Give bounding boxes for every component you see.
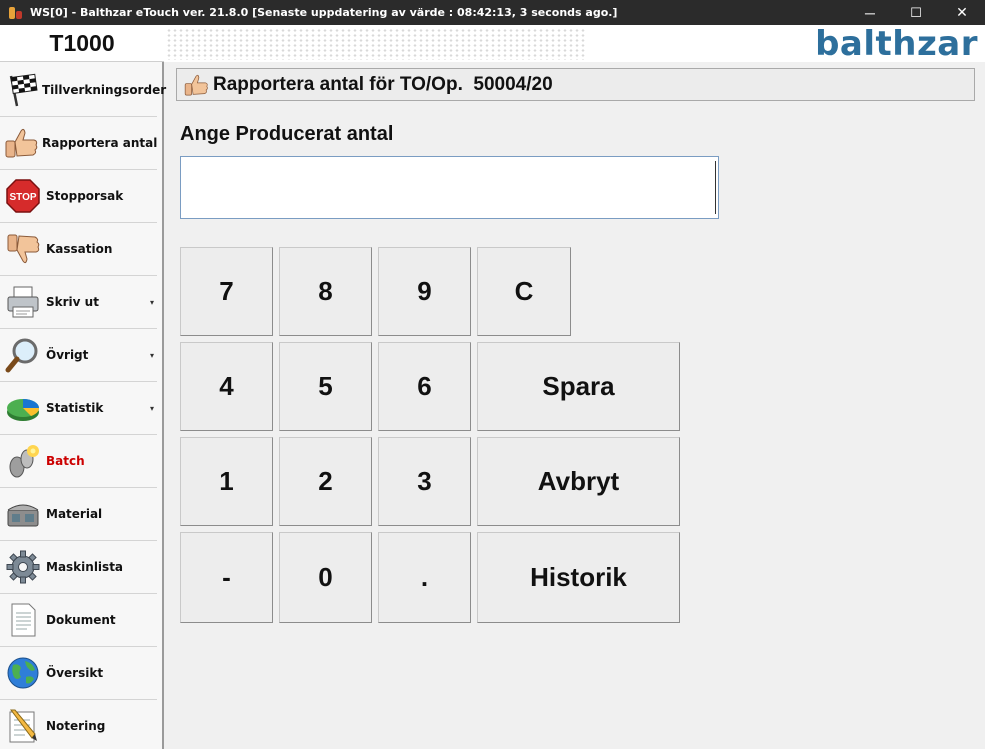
key-3[interactable]: 3 bbox=[378, 437, 471, 526]
sidebar-item-label: Skriv ut bbox=[46, 295, 99, 309]
gear-icon bbox=[3, 547, 43, 587]
stop-sign-text: STOP bbox=[9, 192, 36, 203]
cancel-button[interactable]: Avbryt bbox=[477, 437, 680, 526]
sidebar-item-label: Material bbox=[46, 507, 103, 521]
key-4[interactable]: 4 bbox=[180, 342, 273, 431]
checkered-flag-icon bbox=[3, 70, 39, 110]
sidebar-item-dokument[interactable]: Dokument bbox=[0, 594, 157, 647]
history-button[interactable]: Historik bbox=[477, 532, 680, 623]
thumbs-up-icon bbox=[3, 123, 39, 163]
magnifier-icon bbox=[3, 335, 43, 375]
key-minus[interactable]: - bbox=[180, 532, 273, 623]
sidebar-item-label: Rapportera antal bbox=[42, 136, 158, 150]
quantity-input[interactable] bbox=[180, 156, 719, 219]
sidebar-item-rapportera-antal[interactable]: Rapportera antal bbox=[0, 117, 157, 170]
maximize-button[interactable]: ☐ bbox=[893, 0, 939, 25]
sidebar-item-batch[interactable]: Batch bbox=[0, 435, 157, 488]
sidebar-item-notering[interactable]: Notering bbox=[0, 700, 157, 749]
note-pencil-icon bbox=[3, 706, 43, 746]
sidebar-menu: Tillverkningsorder Rapportera antal STOP… bbox=[0, 62, 166, 749]
operation-title-bar: Rapportera antal för TO/Op. 50004/20 bbox=[176, 68, 975, 101]
close-button[interactable]: ✕ bbox=[939, 0, 985, 25]
key-0[interactable]: 0 bbox=[279, 532, 372, 623]
sidebar-item-ovrigt[interactable]: Övrigt ▾ bbox=[0, 329, 157, 382]
quantity-prompt: Ange Producerat antal bbox=[180, 123, 394, 145]
sidebar-item-label: Tillverkningsorder bbox=[42, 83, 167, 97]
sidebar-item-tillverkningsorder[interactable]: Tillverkningsorder bbox=[0, 64, 166, 117]
brand-logo: balthzar bbox=[815, 24, 978, 64]
pie-chart-icon bbox=[3, 388, 43, 428]
window-title: WS[0] - Balthzar eTouch ver. 21.8.0 [Sen… bbox=[30, 6, 618, 19]
printer-icon bbox=[3, 282, 43, 322]
key-1[interactable]: 1 bbox=[180, 437, 273, 526]
header-decoration bbox=[166, 28, 586, 60]
window-title-bar: WS[0] - Balthzar eTouch ver. 21.8.0 [Sen… bbox=[0, 0, 985, 25]
key-9[interactable]: 9 bbox=[378, 247, 471, 336]
app-logo-icon bbox=[8, 5, 24, 21]
operation-title: Rapportera antal för TO/Op. 50004/20 bbox=[213, 73, 553, 95]
machine-name[interactable]: T1000 bbox=[0, 25, 164, 62]
chevron-down-icon: ▾ bbox=[149, 351, 154, 360]
document-icon bbox=[3, 600, 43, 640]
thumbs-up-icon bbox=[181, 71, 211, 99]
chevron-down-icon: ▾ bbox=[149, 404, 154, 413]
sidebar-item-label: Maskinlista bbox=[46, 560, 124, 574]
clear-button[interactable]: C bbox=[477, 247, 571, 336]
thumbs-down-icon bbox=[3, 229, 43, 269]
key-decimal[interactable]: . bbox=[378, 532, 471, 623]
sidebar-item-label: Översikt bbox=[46, 666, 104, 680]
material-box-icon bbox=[3, 494, 43, 534]
sidebar-item-stopporsak[interactable]: STOP Stopporsak bbox=[0, 170, 157, 223]
sidebar-item-label: Övrigt bbox=[46, 348, 89, 362]
key-8[interactable]: 8 bbox=[279, 247, 372, 336]
sidebar-item-label: Dokument bbox=[46, 613, 116, 627]
sidebar-item-label: Notering bbox=[46, 719, 106, 733]
key-6[interactable]: 6 bbox=[378, 342, 471, 431]
text-cursor bbox=[715, 161, 716, 214]
batch-footprint-icon bbox=[3, 441, 43, 481]
key-5[interactable]: 5 bbox=[279, 342, 372, 431]
globe-icon bbox=[3, 653, 43, 693]
sidebar-item-oversikt[interactable]: Översikt bbox=[0, 647, 157, 700]
stop-sign-icon: STOP bbox=[3, 176, 43, 216]
sidebar-item-label: Batch bbox=[46, 454, 85, 468]
sidebar-item-material[interactable]: Material bbox=[0, 488, 157, 541]
sidebar-item-label: Kassation bbox=[46, 242, 113, 256]
sidebar-item-statistik[interactable]: Statistik ▾ bbox=[0, 382, 157, 435]
minimize-button[interactable]: ─ bbox=[847, 0, 893, 25]
key-2[interactable]: 2 bbox=[279, 437, 372, 526]
save-button[interactable]: Spara bbox=[477, 342, 680, 431]
sidebar-item-kassation[interactable]: Kassation bbox=[0, 223, 157, 276]
sidebar-item-label: Stopporsak bbox=[46, 189, 124, 203]
chevron-down-icon: ▾ bbox=[149, 298, 154, 307]
sidebar-item-skriv-ut[interactable]: Skriv ut ▾ bbox=[0, 276, 157, 329]
sidebar-item-label: Statistik bbox=[46, 401, 104, 415]
app-header: T1000 balthzar bbox=[0, 24, 985, 64]
key-7[interactable]: 7 bbox=[180, 247, 273, 336]
sidebar-item-maskinlista[interactable]: Maskinlista bbox=[0, 541, 157, 594]
